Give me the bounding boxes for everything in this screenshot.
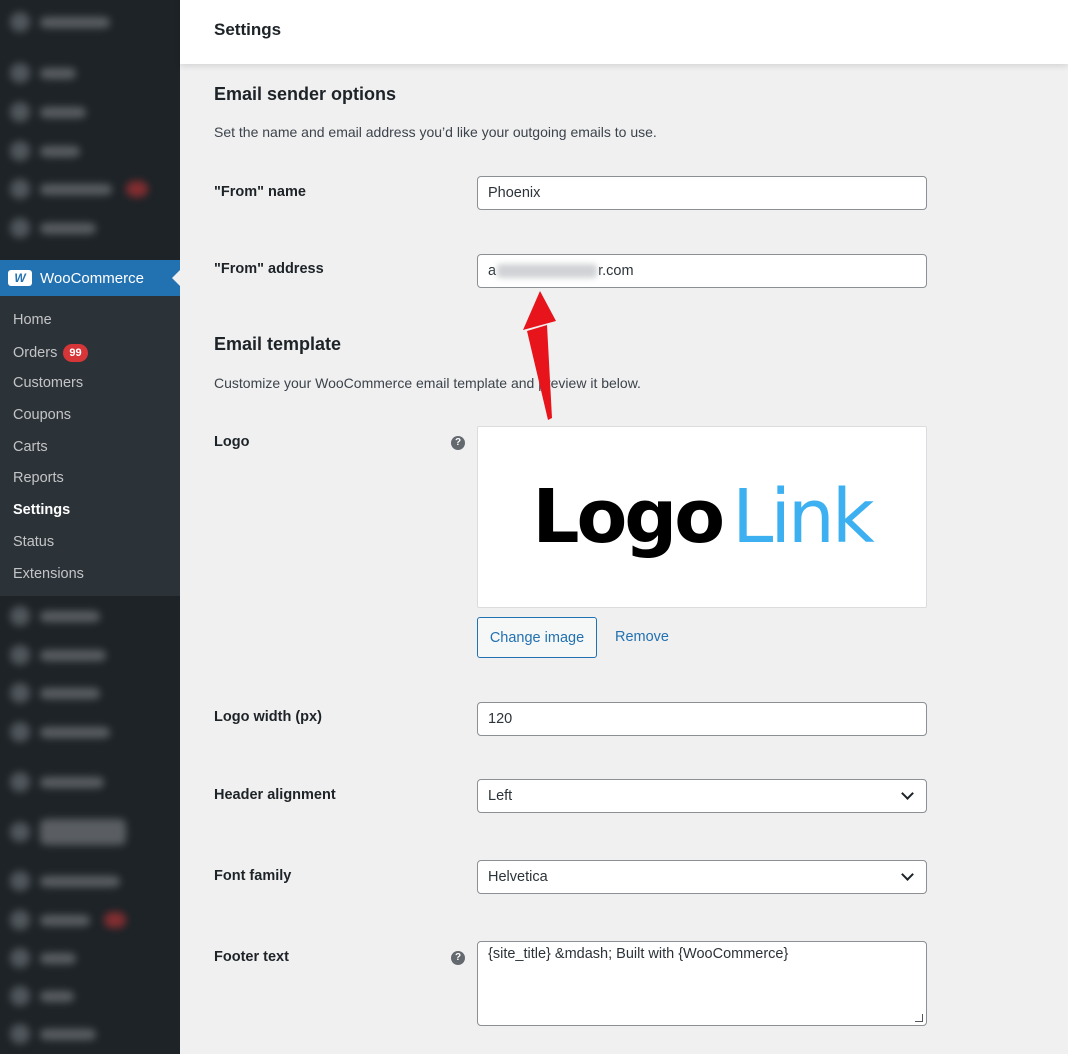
- from-name-input[interactable]: [477, 176, 927, 210]
- sidebar-item-label: WooCommerce: [40, 269, 144, 287]
- sidebar-item-obscured[interactable]: [10, 908, 160, 932]
- header-alignment-value: Left: [488, 788, 513, 804]
- sidebar-item-obscured[interactable]: [10, 10, 160, 34]
- submenu-item-reports[interactable]: Reports: [13, 470, 64, 486]
- logo-preview: Logo Link: [477, 426, 927, 608]
- logo-image-text-blue: Link: [732, 474, 875, 560]
- woocommerce-icon: W: [8, 270, 32, 286]
- resize-handle-icon[interactable]: [915, 1014, 923, 1022]
- sidebar-item-obscured[interactable]: [10, 216, 160, 240]
- header-alignment-label: Header alignment: [214, 787, 336, 803]
- sidebar-item-obscured[interactable]: [10, 100, 160, 124]
- from-address-suffix: r.com: [598, 263, 634, 279]
- submenu-item-coupons[interactable]: Coupons: [13, 407, 71, 423]
- sidebar-item-obscured[interactable]: [10, 681, 160, 705]
- menu-icon: [10, 141, 30, 161]
- menu-icon: [10, 772, 30, 792]
- menu-icon: [10, 822, 30, 842]
- admin-sidebar: W WooCommerce Home Orders 99 Customers Co…: [0, 0, 180, 1054]
- email-sender-description: Set the name and email address you’d lik…: [214, 124, 657, 140]
- sidebar-item-obscured[interactable]: [10, 810, 160, 854]
- from-address-input[interactable]: a r.com: [477, 254, 927, 288]
- remove-logo-link[interactable]: Remove: [615, 629, 669, 645]
- from-address-prefix: a: [488, 263, 497, 279]
- submenu-item-home[interactable]: Home: [13, 312, 52, 328]
- woocommerce-submenu: Home Orders 99 Customers Coupons Carts Re…: [0, 296, 180, 596]
- chevron-down-icon: [901, 787, 914, 800]
- sidebar-item-obscured[interactable]: [10, 869, 160, 893]
- footer-text-value: {site_title} &mdash; Built with {WooComm…: [488, 946, 789, 962]
- page-title: Settings: [214, 20, 282, 39]
- menu-icon: [10, 910, 30, 930]
- orders-count-badge: 99: [63, 344, 88, 362]
- font-family-select[interactable]: Helvetica: [477, 860, 927, 894]
- menu-icon: [10, 12, 30, 32]
- submenu-item-settings[interactable]: Settings: [13, 502, 70, 518]
- sidebar-item-obscured[interactable]: [10, 720, 160, 744]
- change-image-button[interactable]: Change image: [477, 617, 597, 658]
- submenu-label: Status: [13, 534, 55, 550]
- page-header: Settings: [180, 0, 1068, 64]
- logo-image-text-black: Logo: [532, 474, 725, 560]
- font-family-label: Font family: [214, 868, 292, 884]
- logo-width-label: Logo width (px): [214, 709, 322, 725]
- submenu-label: Coupons: [13, 407, 72, 423]
- sidebar-item-obscured[interactable]: [10, 139, 160, 163]
- footer-text-textarea[interactable]: {site_title} &mdash; Built with {WooComm…: [477, 941, 927, 1026]
- submenu-item-status[interactable]: Status: [13, 534, 54, 550]
- menu-icon: [10, 683, 30, 703]
- submenu-label: Extensions: [13, 566, 84, 582]
- submenu-label: Carts: [13, 439, 48, 455]
- sidebar-item-obscured[interactable]: [10, 604, 160, 628]
- sidebar-item-obscured[interactable]: [10, 946, 160, 970]
- footer-text-label: Footer text: [214, 949, 289, 965]
- settings-form: Email sender options Set the name and em…: [180, 64, 1068, 1054]
- menu-icon: [10, 871, 30, 891]
- menu-icon: [10, 645, 30, 665]
- font-family-value: Helvetica: [488, 869, 548, 885]
- sidebar-item-obscured[interactable]: [10, 177, 160, 201]
- sidebar-item-obscured[interactable]: [10, 61, 160, 85]
- chevron-down-icon: [901, 868, 914, 881]
- from-name-label: "From" name: [214, 184, 306, 200]
- email-template-title: Email template: [214, 334, 342, 354]
- menu-icon: [10, 722, 30, 742]
- logo-label: Logo: [214, 434, 250, 450]
- sidebar-item-obscured[interactable]: [10, 984, 160, 1008]
- submenu-label: Customers: [13, 375, 84, 391]
- submenu-label: Settings: [13, 502, 71, 518]
- menu-icon: [10, 179, 30, 199]
- header-alignment-select[interactable]: Left: [477, 779, 927, 813]
- menu-icon: [10, 102, 30, 122]
- menu-icon: [10, 63, 30, 83]
- submenu-item-carts[interactable]: Carts: [13, 439, 48, 455]
- submenu-item-customers[interactable]: Customers: [13, 375, 83, 391]
- sidebar-item-woocommerce[interactable]: W WooCommerce: [0, 260, 180, 296]
- menu-icon: [10, 606, 30, 626]
- email-sender-title: Email sender options: [214, 84, 397, 104]
- menu-icon: [10, 218, 30, 238]
- submenu-label: Home: [13, 312, 52, 328]
- submenu-item-extensions[interactable]: Extensions: [13, 566, 84, 582]
- redacted-email-segment: [497, 264, 598, 278]
- menu-icon: [10, 986, 30, 1006]
- sidebar-item-obscured[interactable]: [10, 1022, 160, 1046]
- sidebar-item-obscured[interactable]: [10, 643, 160, 667]
- submenu-label: Orders: [13, 345, 58, 361]
- menu-icon: [10, 1024, 30, 1044]
- help-icon[interactable]: ?: [451, 951, 465, 965]
- help-icon[interactable]: ?: [451, 436, 465, 450]
- submenu-label: Reports: [13, 470, 64, 486]
- from-address-label: "From" address: [214, 261, 324, 277]
- sidebar-item-obscured[interactable]: [10, 770, 160, 794]
- email-template-description: Customize your WooCommerce email templat…: [214, 375, 641, 391]
- submenu-item-orders[interactable]: Orders 99: [13, 344, 88, 362]
- menu-icon: [10, 948, 30, 968]
- logo-width-input[interactable]: [477, 702, 927, 736]
